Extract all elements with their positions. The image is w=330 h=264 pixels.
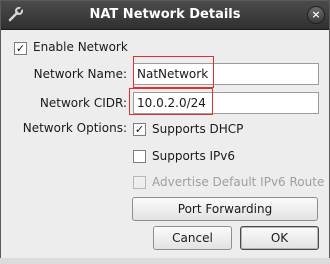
window-title: NAT Network Details bbox=[89, 7, 241, 22]
supports-ipv6-label[interactable]: Supports IPv6 bbox=[152, 149, 235, 163]
enable-network-label[interactable]: Enable Network bbox=[33, 40, 128, 54]
network-name-field[interactable]: NatNetwork bbox=[133, 63, 319, 85]
network-options-label: Network Options: bbox=[22, 121, 127, 135]
network-name-label: Network Name: bbox=[33, 67, 127, 81]
supports-ipv6-checkbox[interactable] bbox=[133, 150, 146, 163]
title-bar[interactable]: NAT Network Details × bbox=[1, 1, 329, 30]
cancel-button[interactable]: Cancel bbox=[153, 226, 232, 250]
ok-button[interactable]: OK bbox=[240, 226, 319, 250]
checkmark-icon: ✓ bbox=[134, 123, 145, 136]
wrench-icon bbox=[6, 6, 24, 24]
port-forwarding-button[interactable]: Port Forwarding bbox=[132, 197, 318, 221]
supports-dhcp-label[interactable]: Supports DHCP bbox=[152, 122, 243, 136]
bottom-edge bbox=[0, 258, 330, 264]
advertise-ipv6-route-checkbox bbox=[133, 176, 146, 189]
advertise-ipv6-route-label: Advertise Default IPv6 Route bbox=[152, 175, 325, 189]
nat-network-details-dialog: NAT Network Details × ✓ Enable Network N… bbox=[0, 0, 330, 264]
checkmark-icon: ✓ bbox=[15, 42, 26, 55]
close-button[interactable]: × bbox=[307, 6, 325, 24]
close-icon: × bbox=[311, 8, 321, 21]
enable-network-checkbox[interactable]: ✓ bbox=[14, 42, 27, 55]
network-cidr-field[interactable]: 10.0.2.0/24 bbox=[133, 92, 319, 114]
supports-dhcp-checkbox[interactable]: ✓ bbox=[133, 123, 146, 136]
network-cidr-label: Network CIDR: bbox=[39, 96, 127, 110]
